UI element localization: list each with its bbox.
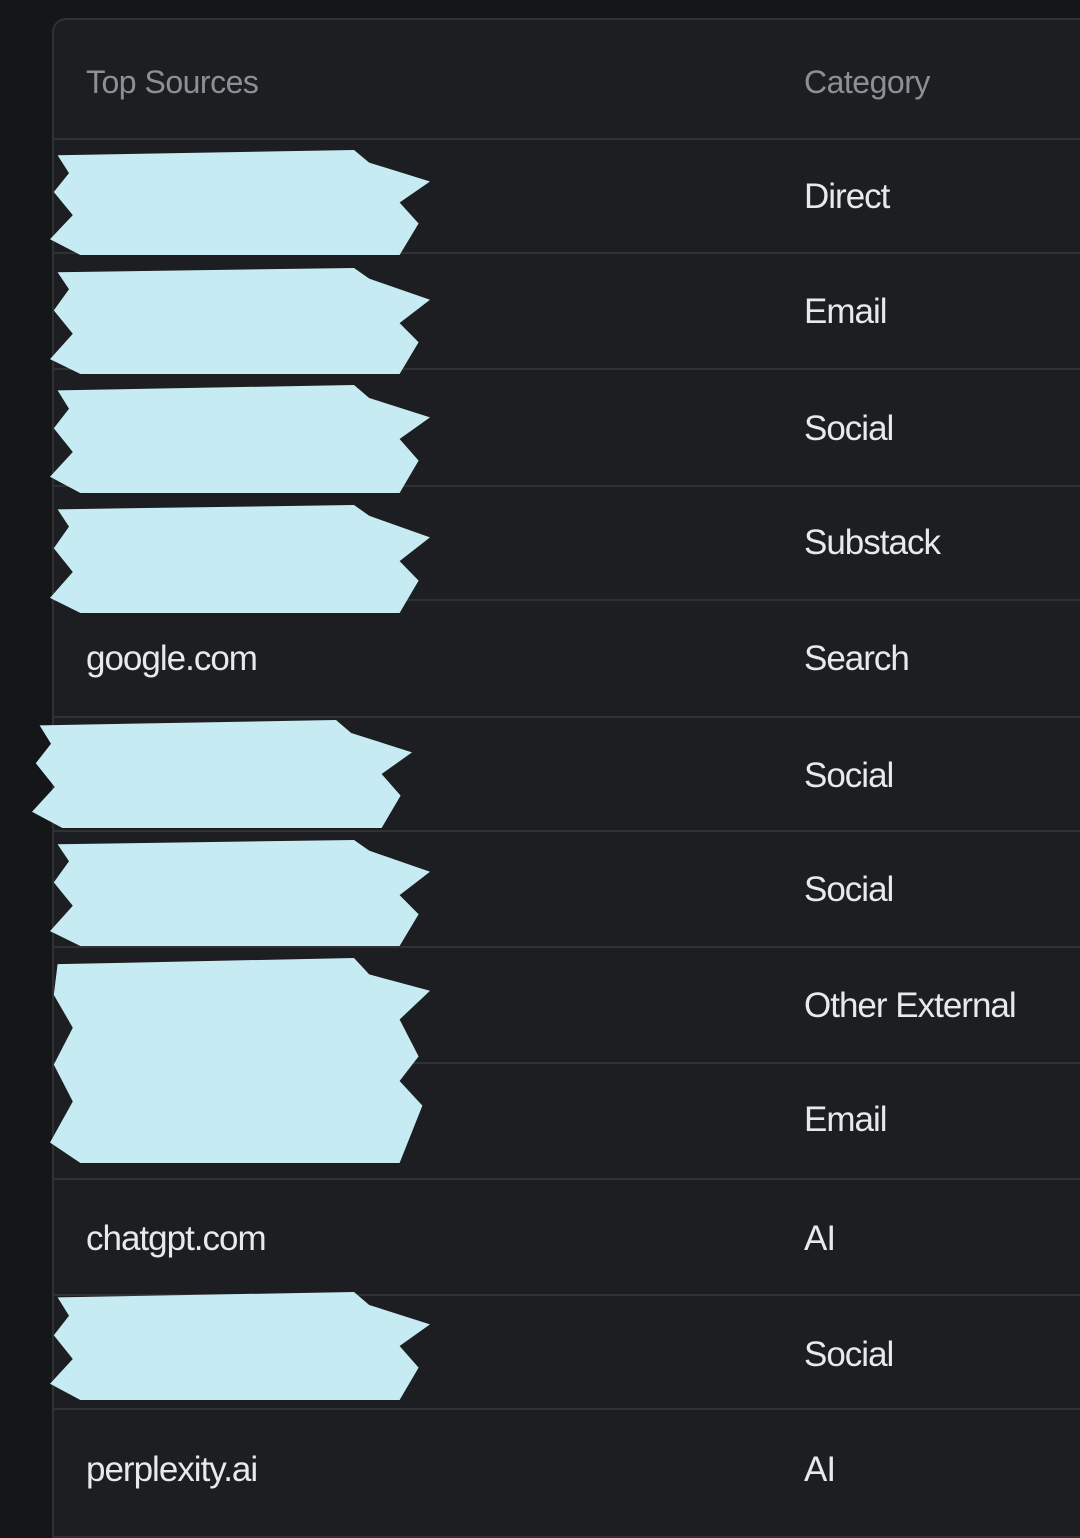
redaction-mark — [50, 840, 430, 946]
source-cell[interactable]: google.com — [86, 639, 258, 679]
source-cell[interactable]: perplexity.ai — [86, 1450, 258, 1490]
category-cell: Social — [804, 409, 894, 448]
redaction-mark — [50, 268, 430, 374]
category-cell: Search — [804, 639, 910, 678]
redaction-mark — [50, 505, 430, 613]
redaction-mark — [50, 150, 430, 255]
table-row[interactable]: chatgpt.com AI — [54, 1178, 1080, 1296]
column-header-category[interactable]: Category — [804, 64, 930, 101]
table-row[interactable]: google.com Search — [54, 599, 1080, 718]
redaction-mark — [32, 720, 412, 828]
category-cell: Email — [804, 292, 888, 331]
table-row[interactable]: perplexity.ai AI — [54, 1408, 1080, 1538]
category-cell: Social — [804, 1335, 894, 1374]
redaction-mark — [50, 1292, 430, 1400]
redaction-mark — [50, 385, 430, 493]
category-cell: Email — [804, 1100, 888, 1139]
table-header: Top Sources Category — [54, 20, 1080, 140]
category-cell: Direct — [804, 177, 890, 216]
category-cell: Substack — [804, 523, 941, 562]
category-cell: AI — [804, 1219, 836, 1258]
category-cell: Other External — [804, 986, 1017, 1025]
column-header-top-sources[interactable]: Top Sources — [86, 64, 259, 101]
redaction-mark — [50, 958, 430, 1163]
category-cell: AI — [804, 1450, 836, 1489]
category-cell: Social — [804, 870, 894, 909]
source-cell[interactable]: chatgpt.com — [86, 1219, 267, 1259]
category-cell: Social — [804, 756, 894, 795]
